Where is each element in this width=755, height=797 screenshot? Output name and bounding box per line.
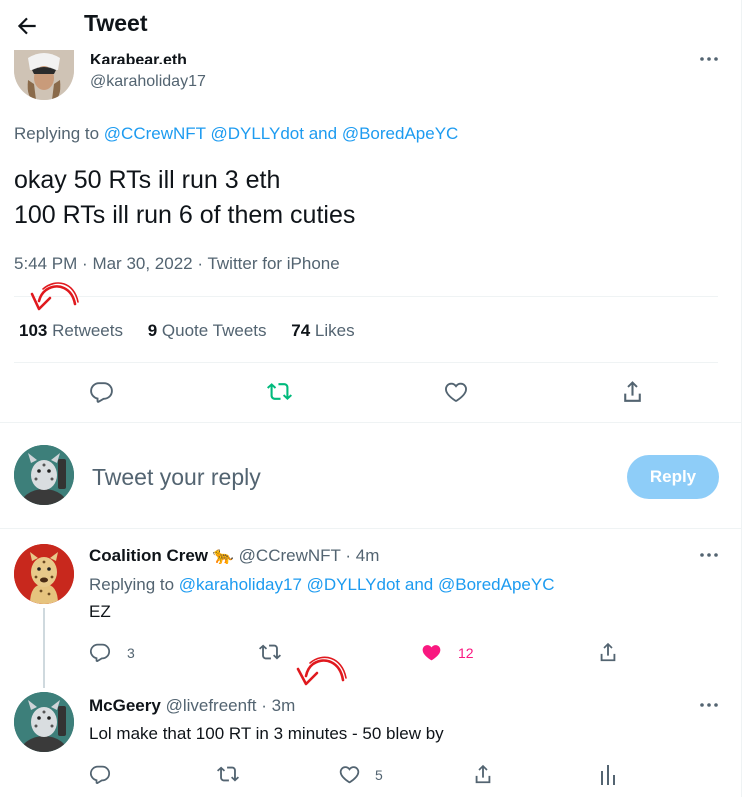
divider xyxy=(14,362,718,363)
page-title: Tweet xyxy=(84,10,148,36)
divider xyxy=(14,296,718,297)
likes-count: 74 xyxy=(291,321,311,340)
reply-avatar[interactable] xyxy=(14,692,74,752)
retweet-icon[interactable] xyxy=(216,763,240,785)
reply-header: McGeery @livefreenft · 3m xyxy=(89,696,296,715)
retweet-icon[interactable] xyxy=(266,379,293,404)
share-icon[interactable] xyxy=(620,378,645,405)
tweet-text: okay 50 RTs ill run 3 eth 100 RTs ill ru… xyxy=(14,163,355,233)
more-icon[interactable] xyxy=(698,702,720,708)
replying-user-link[interactable]: @BoredApeYC xyxy=(438,575,555,594)
replying-user-link[interactable]: @DYLLYdot xyxy=(210,124,304,143)
quotes-label: Quote Tweets xyxy=(161,321,267,340)
retweets-count: 103 xyxy=(19,321,48,340)
quotes-count: 9 xyxy=(147,321,158,340)
like-icon[interactable] xyxy=(338,763,361,785)
reply-time[interactable]: 3m xyxy=(272,696,296,715)
annotation-arrow xyxy=(28,280,80,320)
reply-count: 3 xyxy=(127,645,135,661)
like-icon[interactable] xyxy=(420,641,443,663)
share-icon[interactable] xyxy=(472,762,494,786)
quotes-stat[interactable]: 9 Quote Tweets xyxy=(148,321,272,340)
retweets-label: Retweets xyxy=(52,321,123,340)
tweet-text-line: 100 RTs ill run 6 of them cuties xyxy=(14,201,356,229)
replying-prefix: Replying to xyxy=(14,124,100,143)
like-count: 5 xyxy=(375,767,383,783)
reply-icon[interactable] xyxy=(89,641,111,663)
annotation-arrow xyxy=(294,654,348,694)
tweet-source[interactable]: Twitter for iPhone xyxy=(207,254,339,273)
replying-user-link[interactable]: @CCrewNFT xyxy=(104,124,206,143)
replying-joiner: and xyxy=(404,575,434,594)
like-count: 12 xyxy=(458,645,474,661)
replying-user-link[interactable]: @BoredApeYC xyxy=(342,124,459,143)
column-border xyxy=(741,0,742,797)
share-icon[interactable] xyxy=(597,640,619,664)
author-handle[interactable]: @karaholiday17 xyxy=(90,73,206,91)
tweet-date[interactable]: Mar 30, 2022 xyxy=(92,254,192,273)
more-icon[interactable] xyxy=(698,56,720,62)
reply-author-name[interactable]: McGeery xyxy=(89,696,161,715)
reply-header: Coalition Crew 🐆 @CCrewNFT · 4m xyxy=(89,546,380,565)
likes-stat[interactable]: 74 Likes xyxy=(291,321,354,340)
replying-user-link[interactable]: @karaholiday17 xyxy=(179,575,302,594)
retweets-stat[interactable]: 103 Retweets xyxy=(19,321,128,340)
author-name[interactable]: Karabear.eth xyxy=(90,48,187,64)
author-avatar[interactable] xyxy=(14,50,74,100)
more-icon[interactable] xyxy=(698,552,720,558)
likes-label: Likes xyxy=(314,321,355,340)
tweet-text-line: okay 50 RTs ill run 3 eth xyxy=(14,166,281,194)
reply-text: EZ xyxy=(89,602,111,621)
reply-button[interactable]: Reply xyxy=(627,455,719,499)
back-arrow-icon[interactable] xyxy=(14,13,40,39)
tweet-timestamp: 5:44 PM · Mar 30, 2022 · Twitter for iPh… xyxy=(14,254,340,273)
divider xyxy=(0,422,741,423)
replying-user-link[interactable]: @DYLLYdot xyxy=(307,575,401,594)
reply-author-name[interactable]: Coalition Crew xyxy=(89,546,208,565)
reply-icon[interactable] xyxy=(89,379,114,404)
reply-time[interactable]: 4m xyxy=(356,546,380,565)
reply-avatar[interactable] xyxy=(14,544,74,604)
tweet-time[interactable]: 5:44 PM xyxy=(14,254,77,273)
replying-joiner: and xyxy=(308,124,338,143)
reply-author-handle[interactable]: @CCrewNFT xyxy=(239,546,341,565)
stats-row: 103 Retweets 9 Quote Tweets 74 Likes xyxy=(19,321,355,341)
user-avatar[interactable] xyxy=(14,445,74,505)
reply-badge: 🐆 xyxy=(212,546,234,565)
reply-replying-to: Replying to @karaholiday17 @DYLLYdot and… xyxy=(89,575,554,595)
replying-to: Replying to @CCrewNFT @DYLLYdot and @Bor… xyxy=(14,124,458,144)
analytics-icon[interactable] xyxy=(598,763,618,785)
reply-author-handle[interactable]: @livefreenft xyxy=(166,696,257,715)
reply-input[interactable]: Tweet your reply xyxy=(92,464,261,491)
reply-icon[interactable] xyxy=(89,763,111,785)
retweet-icon[interactable] xyxy=(258,641,282,663)
like-icon[interactable] xyxy=(443,379,469,404)
thread-line xyxy=(43,608,45,688)
divider xyxy=(0,528,741,529)
replying-prefix: Replying to xyxy=(89,575,175,594)
reply-text: Lol make that 100 RT in 3 minutes - 50 b… xyxy=(89,724,444,743)
